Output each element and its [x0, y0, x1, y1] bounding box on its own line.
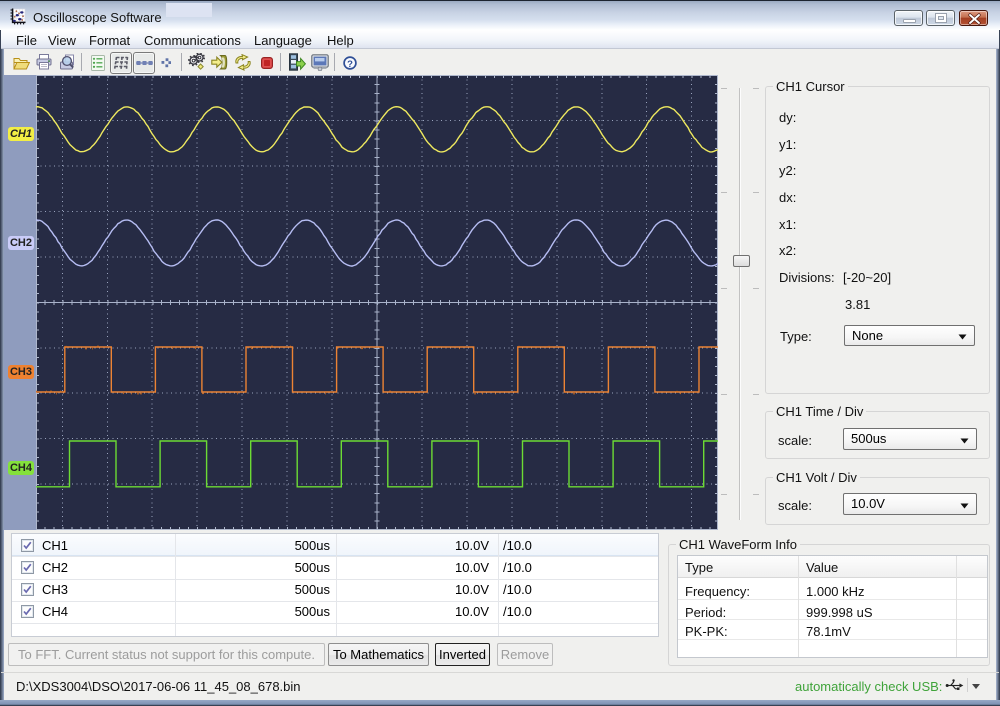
svg-text:?: ?	[347, 59, 353, 70]
